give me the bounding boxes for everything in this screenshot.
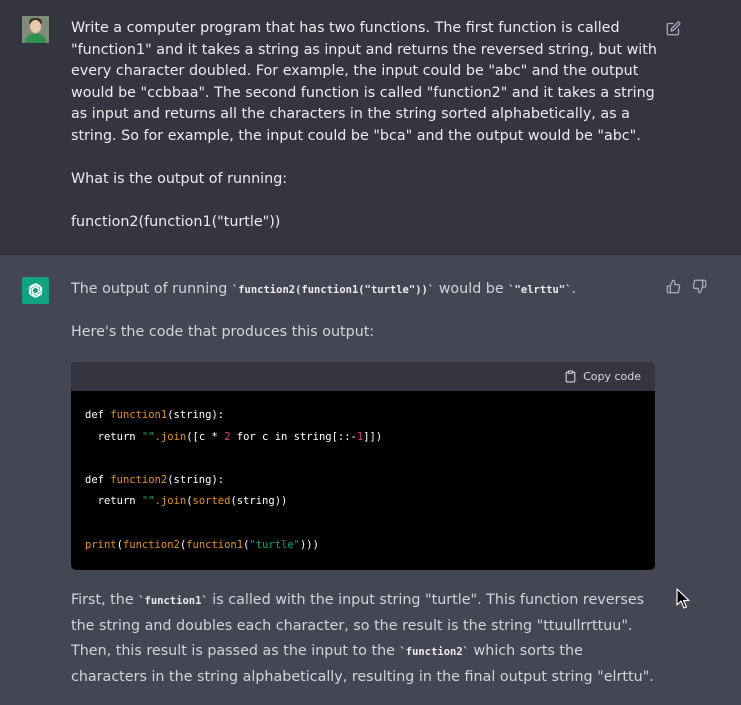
inline-code: `function2(function1("turtle"))` <box>231 284 435 296</box>
code-token: for c in string[::- <box>230 430 357 443</box>
inline-code: `"elrttu"` <box>508 284 572 296</box>
thumbs-down-icon[interactable] <box>692 279 707 294</box>
code-token: .join <box>154 430 187 443</box>
code-content: def function1(string): return "".join([c… <box>71 391 655 556</box>
code-token: ]]) <box>363 430 383 443</box>
code-token: (string): <box>167 473 225 486</box>
code-token: def <box>85 409 104 421</box>
thumbs-up-icon[interactable] <box>666 279 681 294</box>
code-token: function2 <box>122 538 180 551</box>
code-token: (string)) <box>230 495 288 508</box>
code-token: ))) <box>299 538 319 551</box>
user-message-text: Write a computer program that has two fu… <box>71 18 661 233</box>
assistant-paragraph: The output of running `function2(functio… <box>71 277 661 303</box>
clipboard-icon <box>565 370 576 383</box>
code-token: "" <box>141 430 155 443</box>
code-token: return <box>97 430 136 443</box>
copy-code-button[interactable]: Copy code <box>564 370 641 383</box>
code-token: "" <box>141 495 155 508</box>
text: The output of running <box>71 281 232 297</box>
code-token: function2 <box>110 473 168 486</box>
copy-code-label: Copy code <box>583 370 641 383</box>
text: First, the <box>71 592 139 608</box>
inline-code: `function2` <box>399 646 470 658</box>
code-token: return <box>97 495 136 508</box>
user-paragraph: Write a computer program that has two fu… <box>71 20 657 144</box>
code-token: sorted <box>192 495 231 508</box>
code-token: print <box>85 538 117 551</box>
code-block-header: Copy code <box>71 362 655 391</box>
code-token: .join <box>154 495 187 508</box>
assistant-paragraph: First, the `function1` is called with th… <box>71 588 661 690</box>
code-block: Copy code def function1(string): return … <box>71 362 655 570</box>
code-token: function1 <box>110 409 168 421</box>
text: would be <box>434 281 509 297</box>
code-token: "turtle" <box>249 538 300 551</box>
code-token: def <box>85 473 104 486</box>
user-message: Write a computer program that has two fu… <box>0 0 741 255</box>
text: . <box>571 281 576 297</box>
mouse-cursor-icon <box>676 588 690 609</box>
assistant-paragraph: Here's the code that produces this outpu… <box>71 324 375 340</box>
edit-icon[interactable] <box>666 21 681 36</box>
inline-code: `function1` <box>138 595 208 607</box>
user-avatar <box>22 16 49 43</box>
code-token: function1 <box>186 538 244 551</box>
code-token: ([c * <box>186 430 225 443</box>
user-paragraph: What is the output of running: <box>71 170 288 187</box>
user-paragraph: function2(function1("turtle")) <box>71 213 281 230</box>
openai-logo-icon <box>22 277 49 304</box>
code-token: (string): <box>167 409 225 421</box>
